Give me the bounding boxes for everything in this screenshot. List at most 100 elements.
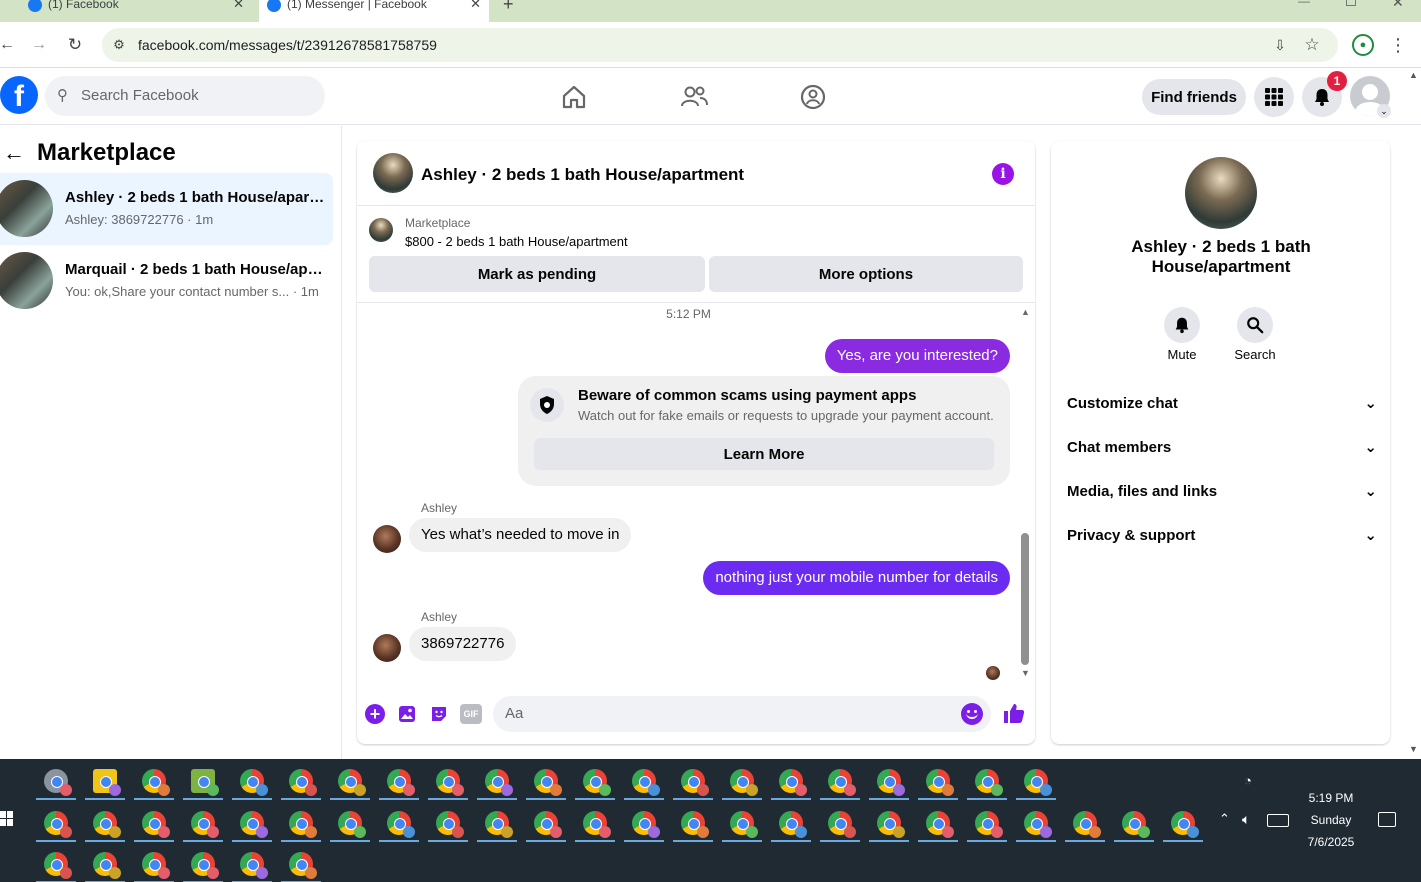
chrome-profile-icon[interactable] [1024,811,1052,838]
scroll-up-arrow-icon[interactable]: ▲ [1021,307,1030,317]
menu-kebab-icon[interactable]: ⋮ [1389,34,1407,56]
mute-button[interactable] [1164,307,1200,343]
windows-start-icon[interactable] [0,811,14,827]
scrollbar-thumb[interactable] [1021,533,1029,665]
message-input[interactable]: Aa [493,696,991,732]
chrome-profile-icon[interactable] [485,769,513,796]
chrome-profile-icon[interactable] [681,811,709,838]
chrome-profile-icon[interactable] [975,769,1003,796]
close-tab-icon[interactable]: ✕ [233,0,244,16]
app-icon[interactable] [44,769,72,796]
chrome-profile-icon[interactable] [1073,811,1101,838]
notepad-icon[interactable] [191,769,219,796]
avatar[interactable] [373,525,401,553]
new-tab-button[interactable]: + [503,0,514,15]
chrome-profile-icon[interactable] [387,769,415,796]
mark-as-pending-button[interactable]: Mark as pending [369,256,705,292]
file-explorer-icon[interactable] [93,769,121,796]
chrome-profile-icon[interactable] [191,852,219,879]
listing-thumbnail[interactable] [369,218,393,242]
chrome-profile-icon[interactable] [142,852,170,879]
chrome-profile-icon[interactable] [779,769,807,796]
learn-more-button[interactable]: Learn More [534,438,994,470]
chrome-profile-icon[interactable] [191,811,219,838]
conversation-item[interactable]: Marquail · 2 beds 1 bath House/apartment… [0,245,333,317]
install-app-icon[interactable]: ⇩ [1270,35,1290,55]
listing-title[interactable]: $800 - 2 beds 1 bath House/apartment [405,234,628,249]
show-hidden-icons-chevron-icon[interactable]: ⌃ [1219,811,1230,827]
message-bubble-outgoing[interactable]: nothing just your mobile number for deta… [703,561,1010,595]
info-icon[interactable]: i [992,163,1014,185]
facebook-logo-icon[interactable]: f [0,76,38,114]
photo-icon[interactable] [397,704,417,724]
groups-icon[interactable] [798,82,828,112]
chrome-profile-icon[interactable] [93,852,121,879]
plus-icon[interactable]: + [365,704,385,724]
url-text[interactable]: facebook.com/messages/t/2391267858175875… [138,37,437,53]
reload-icon[interactable]: ↻ [64,34,86,56]
chat-members-section[interactable]: Chat members ⌄ [1067,432,1377,462]
scroll-down-arrow-icon[interactable]: ▼ [1021,668,1030,678]
chrome-profile-icon[interactable] [240,852,268,879]
address-bar[interactable]: ⚙ facebook.com/messages/t/23912678581758… [102,28,1338,62]
search-in-chat-button[interactable] [1237,307,1273,343]
chrome-profile-icon[interactable] [1024,769,1052,796]
chrome-profile-icon[interactable] [289,811,317,838]
more-options-button[interactable]: More options [709,256,1023,292]
menu-grid-icon[interactable] [1254,77,1294,117]
chrome-profile-icon[interactable] [828,811,856,838]
account-chevron-icon[interactable]: ⌄ [1377,104,1391,118]
chrome-profile-icon[interactable] [534,769,562,796]
chrome-profile-icon[interactable] [93,811,121,838]
chrome-profile-icon[interactable] [926,769,954,796]
chrome-profile-icon[interactable] [240,769,268,796]
chrome-profile-icon[interactable] [975,811,1003,838]
network-icon[interactable]: ◔ [1244,773,1252,788]
chrome-profile-icon[interactable] [289,769,317,796]
chrome-profile-icon[interactable] [730,811,758,838]
chat-title[interactable]: Ashley · 2 beds 1 bath House/apartment [421,165,744,185]
emoji-icon[interactable] [961,703,983,725]
search-input[interactable]: ⚲ Search Facebook [45,76,325,116]
chrome-profile-icon[interactable] [583,769,611,796]
message-bubble-incoming[interactable]: Yes what’s needed to move in [409,518,632,552]
page-scroll-up-icon[interactable]: ▲ [1409,70,1418,80]
volume-icon[interactable]: 🔈︎ [1242,811,1250,828]
message-bubble-outgoing[interactable]: Yes, are you interested? [824,339,1010,373]
chrome-profile-icon[interactable] [779,811,807,838]
friends-icon[interactable] [679,82,709,112]
minimize-button[interactable]: — [1298,0,1310,8]
sticker-icon[interactable] [429,704,449,724]
browser-tab-messenger[interactable]: (1) Messenger | Facebook ✕ [259,0,489,22]
chat-avatar[interactable] [373,153,413,193]
chrome-profile-icon[interactable] [436,811,464,838]
media-files-links-section[interactable]: Media, files and links ⌄ [1067,476,1377,506]
chrome-profile-icon[interactable] [436,769,464,796]
chrome-profile-icon[interactable] [289,852,317,879]
home-icon[interactable] [559,82,589,112]
privacy-support-section[interactable]: Privacy & support ⌄ [1067,520,1377,550]
chrome-profile-icon[interactable] [877,811,905,838]
chrome-profile-icon[interactable] [387,811,415,838]
find-friends-button[interactable]: Find friends [1142,79,1246,115]
chrome-profile-icon[interactable] [632,769,660,796]
chrome-profile-icon[interactable] [338,769,366,796]
notifications-center-icon[interactable] [1378,812,1396,827]
back-arrow-icon[interactable]: ← [3,140,25,166]
chrome-profile-icon[interactable] [1122,811,1150,838]
profile-icon[interactable]: ● [1352,34,1374,56]
close-tab-icon[interactable]: ✕ [470,0,481,16]
chrome-profile-icon[interactable] [926,811,954,838]
chrome-profile-icon[interactable] [44,811,72,838]
chrome-profile-icon[interactable] [632,811,660,838]
chrome-profile-icon[interactable] [877,769,905,796]
chrome-profile-icon[interactable] [240,811,268,838]
gif-icon[interactable]: GIF [460,704,482,724]
thumbs-up-icon[interactable] [1002,701,1026,725]
conversation-item[interactable]: Ashley · 2 beds 1 bath House/apartment A… [0,173,333,245]
maximize-button[interactable] [1346,0,1356,6]
chrome-profile-icon[interactable] [534,811,562,838]
browser-tab-facebook[interactable]: (1) Facebook ✕ [20,0,252,22]
chrome-profile-icon[interactable] [1171,811,1199,838]
chrome-profile-icon[interactable] [485,811,513,838]
